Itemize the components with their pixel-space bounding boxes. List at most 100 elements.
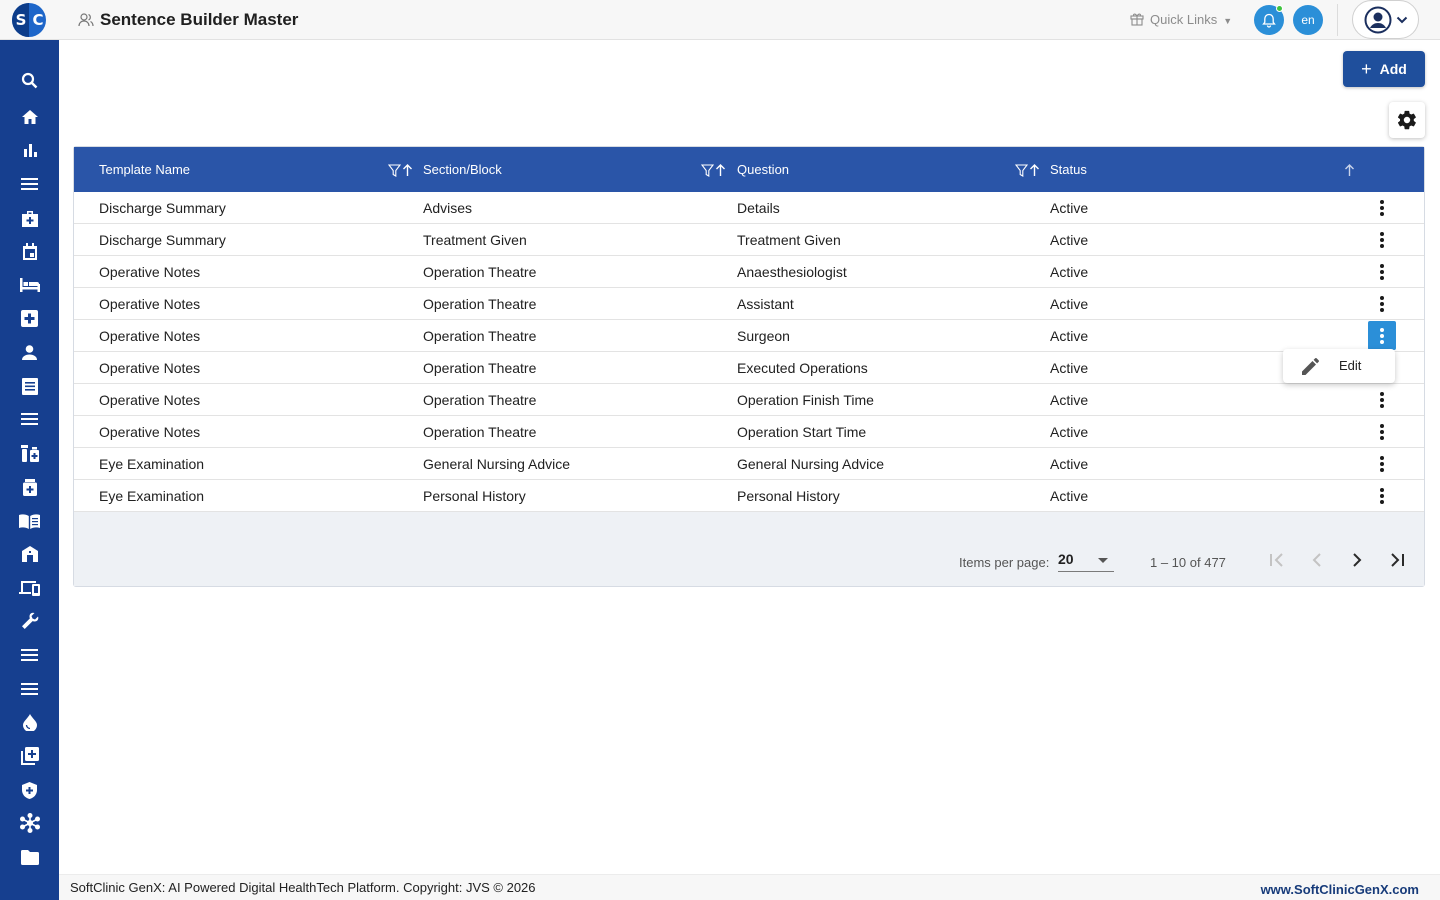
app-logo[interactable]: SC [12, 3, 46, 37]
sidebar-item-menu-4[interactable] [0, 675, 59, 703]
profile-menu-button[interactable] [1352, 0, 1419, 39]
sidebar-item-library[interactable] [0, 507, 59, 535]
cell-question: Executed Operations [737, 359, 868, 376]
add-button[interactable]: + Add [1343, 51, 1425, 87]
row-actions-button[interactable] [1368, 481, 1396, 510]
more-vertical-icon [1380, 327, 1384, 344]
table-row[interactable]: Discharge Summary Treatment Given Treatmen… [74, 224, 1424, 256]
sidebar-item-tools[interactable] [0, 607, 59, 635]
pharmacy-icon [20, 444, 39, 462]
row-actions-button[interactable] [1368, 289, 1396, 318]
more-vertical-icon [1380, 199, 1384, 216]
table-row[interactable]: Operative Notes Operation Theatre Operatio… [74, 384, 1424, 416]
filter-icon[interactable] [1015, 164, 1028, 177]
more-vertical-icon [1380, 231, 1384, 248]
table-row[interactable]: Discharge Summary Advises Details Active [74, 192, 1424, 224]
add-library-icon [20, 747, 39, 765]
sidebar-item-integrations[interactable] [0, 809, 59, 837]
copyright-text: SoftClinic GenX: AI Powered Digital Heal… [70, 880, 536, 895]
sidebar-item-home[interactable] [0, 103, 59, 131]
cell-template-name: Operative Notes [99, 359, 201, 376]
sidebar-item-facility[interactable] [0, 540, 59, 568]
row-actions-button[interactable] [1368, 193, 1396, 222]
cell-section-block: Operation Theatre [423, 263, 537, 280]
table-row[interactable]: Operative Notes Operation Theatre Assistan… [74, 288, 1424, 320]
calendar-icon [22, 242, 37, 260]
sort-arrow-up-icon[interactable] [402, 164, 413, 177]
bed-icon [19, 278, 40, 292]
quick-links-label: Quick Links [1150, 11, 1218, 27]
cell-status: Active [1050, 295, 1089, 312]
sidebar-item-calendar[interactable] [0, 237, 59, 265]
book-icon [19, 513, 40, 529]
row-actions-button[interactable] [1368, 257, 1396, 286]
sidebar-item-beds[interactable] [0, 271, 59, 299]
cell-status: Active [1050, 487, 1089, 504]
table-row[interactable]: Operative Notes Operation Theatre Anaesthe… [74, 256, 1424, 288]
plus-icon: + [1361, 59, 1372, 79]
column-header-status[interactable]: Status [1050, 147, 1087, 192]
filter-icon[interactable] [388, 164, 401, 177]
shield-plus-icon [22, 781, 37, 799]
filter-icon[interactable] [701, 164, 714, 177]
pencil-icon [1302, 358, 1319, 375]
sidebar [0, 40, 59, 900]
sidebar-item-devices[interactable] [0, 574, 59, 602]
sidebar-item-insurance[interactable] [0, 776, 59, 804]
cell-status: Active [1050, 359, 1089, 376]
row-actions-button[interactable] [1368, 321, 1396, 350]
sidebar-item-pharmacy[interactable] [0, 439, 59, 467]
row-actions-button[interactable] [1368, 225, 1396, 254]
add-button-label: Add [1379, 61, 1407, 77]
last-page-button[interactable] [1383, 546, 1411, 574]
table-settings-button[interactable] [1389, 102, 1425, 138]
footer-bar: SoftClinic GenX: AI Powered Digital Heal… [59, 874, 1440, 900]
sidebar-item-blood-bank[interactable] [0, 708, 59, 736]
row-actions-button[interactable] [1368, 449, 1396, 478]
language-button[interactable]: en [1293, 5, 1323, 35]
sidebar-item-menu-2[interactable] [0, 405, 59, 433]
items-per-page-select[interactable]: 20 [1058, 546, 1114, 572]
cell-template-name: Discharge Summary [99, 199, 226, 216]
sort-arrow-up-icon[interactable] [1029, 164, 1040, 177]
sidebar-item-menu-3[interactable] [0, 641, 59, 669]
row-actions-button[interactable] [1368, 385, 1396, 414]
sidebar-item-files[interactable] [0, 843, 59, 871]
website-link[interactable]: www.SoftClinicGenX.com [1261, 882, 1419, 897]
sidebar-item-medicine[interactable] [0, 473, 59, 501]
table-row[interactable]: Eye Examination General Nursing Advice Gen… [74, 448, 1424, 480]
table-header: Template Name Section/Block Question Sta… [74, 147, 1424, 192]
dropdown-arrow-icon [1098, 558, 1108, 563]
table-row[interactable]: Operative Notes Operation Theatre Operatio… [74, 416, 1424, 448]
table-row[interactable]: Eye Examination Personal History Personal … [74, 480, 1424, 512]
column-tools-actions [1344, 164, 1355, 177]
sidebar-item-medical[interactable] [0, 304, 59, 332]
sort-arrow-up-icon[interactable] [1344, 164, 1355, 177]
top-bar: SC Sentence Builder Master Quick Links ▼… [0, 0, 1440, 40]
table-row[interactable]: Operative Notes Operation Theatre Surgeon A… [74, 320, 1424, 352]
row-actions-button[interactable] [1368, 417, 1396, 446]
sidebar-item-add-library[interactable] [0, 742, 59, 770]
column-header-question[interactable]: Question [737, 147, 789, 192]
table-row[interactable]: Operative Notes Operation Theatre Executed… [74, 352, 1424, 384]
previous-page-button[interactable] [1303, 546, 1331, 574]
sidebar-item-reports[interactable] [0, 136, 59, 164]
cell-question: Treatment Given [737, 231, 841, 248]
quick-links-dropdown[interactable]: Quick Links ▼ [1130, 9, 1232, 29]
column-header-template-name[interactable]: Template Name [99, 147, 190, 192]
cell-question: Details [737, 199, 780, 216]
sidebar-item-search[interactable] [0, 66, 59, 94]
edit-menu-item[interactable]: Edit [1283, 349, 1395, 383]
sort-arrow-up-icon[interactable] [715, 164, 726, 177]
sidebar-item-documents[interactable] [0, 372, 59, 400]
next-page-button[interactable] [1343, 546, 1371, 574]
cell-section-block: Operation Theatre [423, 295, 537, 312]
cell-template-name: Eye Examination [99, 487, 205, 504]
sidebar-item-menu-1[interactable] [0, 170, 59, 198]
column-tools-template-name [388, 164, 413, 177]
column-header-section-block[interactable]: Section/Block [423, 147, 502, 192]
first-page-button[interactable] [1263, 546, 1291, 574]
sidebar-item-patients[interactable] [0, 338, 59, 366]
items-per-page-value: 20 [1058, 551, 1074, 567]
sidebar-item-medical-bag[interactable] [0, 204, 59, 232]
